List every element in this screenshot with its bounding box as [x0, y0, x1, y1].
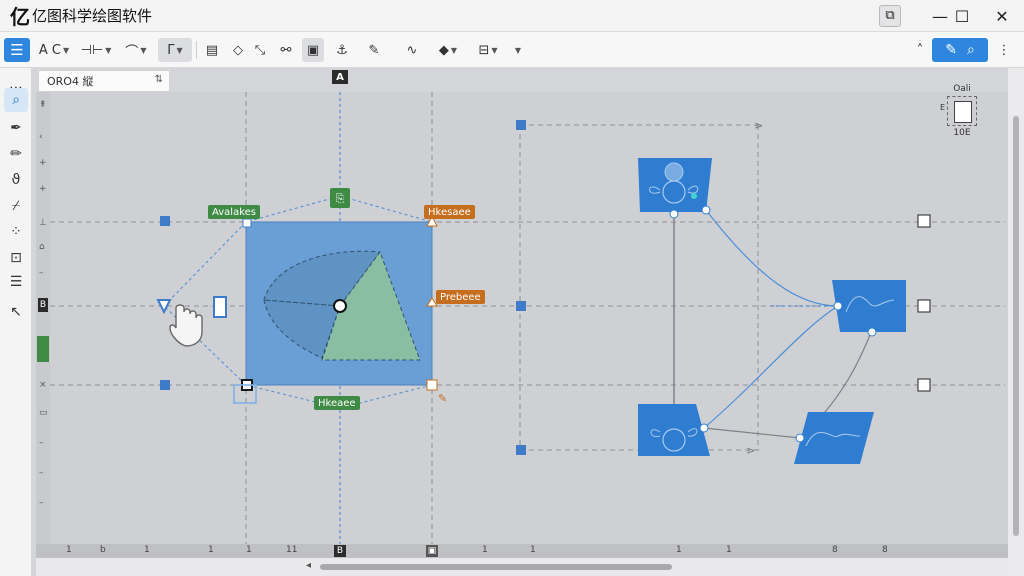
marker: [917, 214, 931, 228]
shape-info-widget[interactable]: Oali E 10E: [938, 84, 986, 146]
marker: [917, 378, 931, 392]
tag-bottom[interactable]: Hkeaee: [314, 396, 360, 410]
tag-top-left[interactable]: Avalakes: [208, 205, 261, 219]
handle: [160, 380, 170, 390]
marker: [516, 445, 526, 455]
diagram-layer: ⎘ ⋗ ⋗ ✎: [50, 92, 1005, 544]
svg-text:⎘: ⎘: [336, 192, 345, 205]
tag-top-right[interactable]: Hkesaee: [424, 205, 475, 219]
tag-right[interactable]: Prebeee: [436, 290, 485, 304]
shape-info-top: Oali: [953, 84, 971, 94]
page-preview: E: [940, 96, 977, 126]
handle: [160, 216, 170, 226]
connector-line: [703, 305, 839, 429]
node-bottom-left: [638, 404, 710, 456]
svg-text:✎: ✎: [438, 392, 447, 405]
diagram-nodes: [638, 158, 906, 464]
svg-text:⋗: ⋗: [754, 119, 763, 132]
handle: [213, 296, 227, 318]
marker: [516, 301, 526, 311]
svg-text:⋗: ⋗: [746, 444, 755, 457]
handle: [242, 218, 252, 228]
node-bottom-right: [794, 412, 874, 464]
marker: [516, 120, 526, 130]
connector-line: [703, 427, 801, 439]
shape-info-bottom: 10E: [953, 128, 971, 138]
handle: [426, 379, 438, 391]
center-handle: [333, 299, 347, 313]
marker: [917, 299, 931, 313]
shape-info-left: E: [940, 103, 946, 112]
page-icon: [954, 101, 972, 123]
node-right: [832, 280, 906, 332]
hand-cursor-icon: [169, 304, 203, 347]
connector-line: [705, 209, 839, 307]
